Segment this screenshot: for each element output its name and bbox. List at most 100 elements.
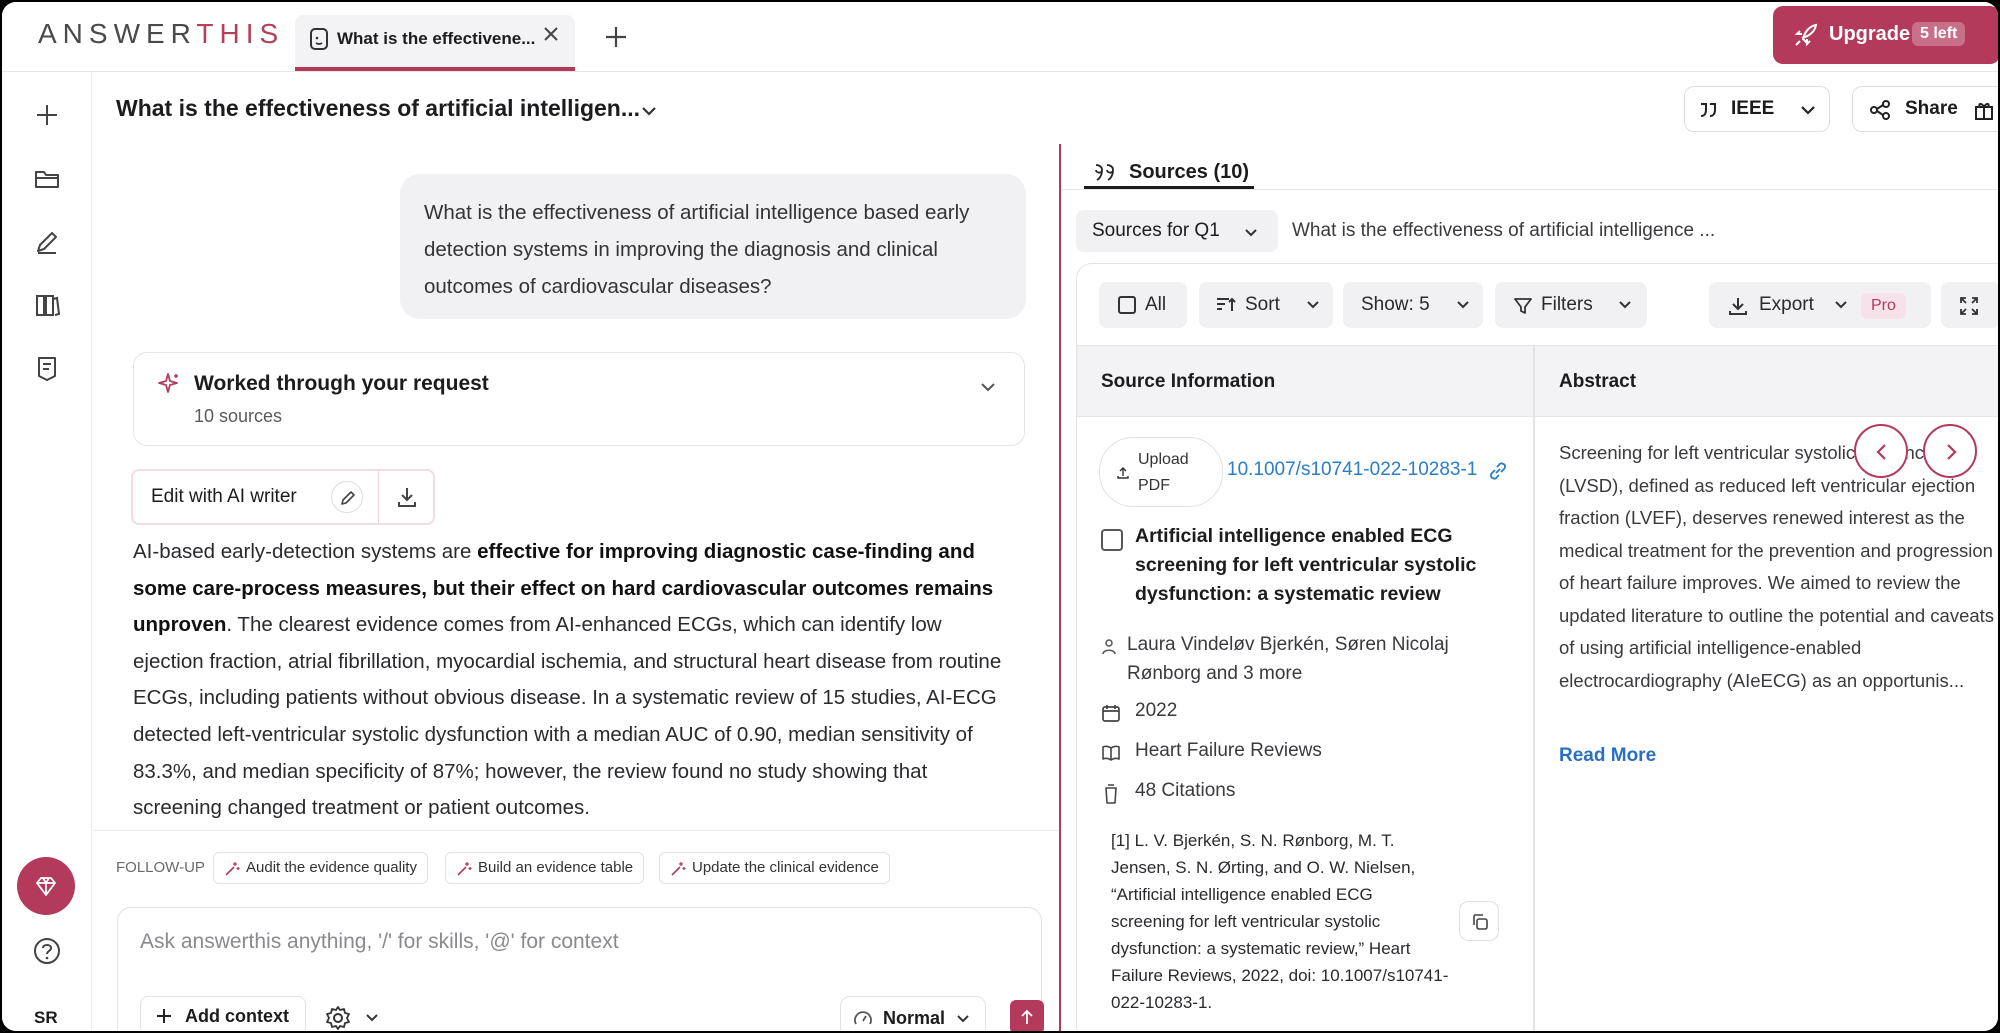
toolbar-divider <box>378 471 379 523</box>
add-context-label: Add context <box>185 1006 290 1026</box>
edit-with-ai-writer-button[interactable]: Edit with AI writer <box>151 486 297 508</box>
upgrade-button[interactable]: Upgrade 5 left <box>1773 6 1998 64</box>
send-button[interactable] <box>1010 1000 1044 1031</box>
upload-pdf-button[interactable]: Upload PDF <box>1099 437 1223 507</box>
plus-icon <box>157 1009 171 1023</box>
follow-up-chip-audit[interactable]: Audit the evidence quality <box>213 852 428 884</box>
ask-input-box[interactable]: Ask answerthis anything, '/' for skills,… <box>117 907 1044 1031</box>
reasoning-title: Worked through your request <box>194 372 489 395</box>
expand-fullscreen-button[interactable] <box>1941 282 1998 328</box>
tab-label: What is the effectivene... <box>337 29 536 48</box>
pen-icon[interactable] <box>32 227 62 257</box>
show-count-select[interactable]: Show: 5 <box>1343 282 1483 328</box>
doi-link[interactable]: 10.1007/s10741-022-10283-1 <box>1227 459 1477 481</box>
logo-wordmark-part: ANSWER <box>38 18 197 49</box>
top-bar: ANSWERTHIS What is the effectivene... Up… <box>2 2 1998 72</box>
logo-wordmark-accent: THIS <box>196 18 285 49</box>
select-all-button[interactable]: All <box>1099 282 1187 328</box>
chevron-down-icon[interactable] <box>978 377 998 397</box>
user-avatar[interactable]: SR <box>34 1008 58 1028</box>
upload-label-line2: PDF <box>1138 477 1170 494</box>
edit-pencil-button[interactable] <box>331 481 363 513</box>
citation-style-value: IEEE <box>1731 98 1775 119</box>
show-count-label: Show: 5 <box>1361 294 1430 315</box>
app-window: ANSWERTHIS What is the effectivene... Up… <box>2 2 1998 1031</box>
sources-tab-label: Sources (10) <box>1129 161 1250 183</box>
chip-label: Update the clinical evidence <box>692 859 879 876</box>
follow-up-chip-update[interactable]: Update the clinical evidence <box>659 852 890 884</box>
tab-current-chat[interactable]: What is the effectivene... <box>295 15 575 71</box>
notebook-icon[interactable] <box>32 353 62 383</box>
export-label: Export <box>1759 294 1814 315</box>
mode-value: Normal <box>883 1008 946 1028</box>
reasoning-source-count: 10 sources <box>194 406 283 426</box>
copy-citation-button[interactable] <box>1459 901 1499 941</box>
open-book-icon <box>1102 745 1120 761</box>
sort-icon <box>1217 297 1236 311</box>
library-books-icon[interactable] <box>32 290 62 320</box>
new-chat-plus-icon[interactable] <box>32 100 62 130</box>
paper-authors: Laura Vindeløv Bjerkén, Søren Nicolaj Rø… <box>1127 634 1449 684</box>
export-button[interactable]: Export Pro <box>1709 282 1931 328</box>
paper-title[interactable]: Artificial intelligence enabled ECG scre… <box>1135 522 1515 609</box>
chip-label: Build an evidence table <box>478 859 634 876</box>
diamond-icon <box>36 877 56 896</box>
chevron-down-icon <box>1801 106 1815 115</box>
gear-icon[interactable] <box>324 1004 352 1031</box>
expand-icon <box>1960 297 1978 315</box>
link-icon[interactable] <box>1487 460 1509 482</box>
sources-scope-value: Sources for Q1 <box>1092 220 1220 241</box>
conversation-title[interactable]: What is the effectiveness of artificial … <box>116 95 640 122</box>
sources-scope-select[interactable]: Sources for Q1 <box>1076 210 1278 252</box>
column-header-source-information[interactable]: Source Information <box>1077 345 1533 417</box>
follow-up-label: FOLLOW-UP <box>116 859 205 876</box>
download-icon <box>1729 298 1747 315</box>
follow-up-chip-evidence-table[interactable]: Build an evidence table <box>445 852 645 884</box>
folder-icon[interactable] <box>32 164 62 194</box>
row-select-checkbox[interactable] <box>1101 529 1123 551</box>
read-more-link[interactable]: Read More <box>1559 745 1656 767</box>
sources-question-preview: What is the effectiveness of artificial … <box>1292 220 1716 241</box>
panel-resize-divider[interactable] <box>1059 144 1061 1031</box>
premium-gem-button[interactable] <box>17 857 75 915</box>
answer-body: . The clearest evidence comes from AI-en… <box>133 613 1002 820</box>
magic-wand-icon <box>225 862 240 876</box>
next-column-button[interactable] <box>1923 424 1977 478</box>
upload-icon <box>1117 467 1129 479</box>
person-icon <box>1102 639 1116 655</box>
previous-column-button[interactable] <box>1854 424 1908 478</box>
add-context-button[interactable]: Add context <box>140 996 307 1031</box>
answer-intro: AI-based early-detection systems are <box>133 540 478 563</box>
chip-label: Audit the evidence quality <box>246 859 417 876</box>
app-logo[interactable]: ANSWERTHIS <box>38 18 284 50</box>
mode-select[interactable]: Normal <box>840 996 986 1031</box>
quote-icon <box>1700 103 1716 117</box>
column-header-abstract[interactable]: Abstract <box>1535 345 1998 417</box>
sort-button[interactable]: Sort <box>1199 282 1333 328</box>
share-label: Share <box>1905 98 1958 119</box>
chevron-down-icon[interactable] <box>364 1010 380 1026</box>
help-icon[interactable] <box>32 936 62 966</box>
pencil-icon <box>341 491 355 505</box>
paper-abstract: Screening for left ventricular systolic … <box>1559 442 1995 691</box>
chevron-right-icon <box>1947 444 1957 460</box>
chevron-down-icon[interactable] <box>639 101 659 121</box>
share-button[interactable]: Share <box>1852 86 1998 132</box>
download-icon[interactable] <box>395 485 419 509</box>
sort-label: Sort <box>1245 294 1280 315</box>
citation-style-select[interactable]: IEEE <box>1684 86 1830 132</box>
close-icon[interactable] <box>541 24 561 44</box>
filters-button[interactable]: Filters <box>1495 282 1647 328</box>
new-tab-plus-icon[interactable] <box>601 22 631 52</box>
chevron-down-icon <box>1245 229 1257 237</box>
ask-input-placeholder[interactable]: Ask answerthis anything, '/' for skills,… <box>140 930 619 954</box>
column-divider <box>1533 345 1535 1031</box>
checkbox-icon <box>1118 296 1136 314</box>
credits-badge: 5 left <box>1912 22 1966 46</box>
rocket-icon <box>1794 23 1818 47</box>
reasoning-summary-card[interactable]: Worked through your request 10 sources <box>133 352 1025 446</box>
chevron-down-icon <box>1457 301 1469 309</box>
sparkle-icon <box>158 373 178 393</box>
sources-table: All Sort Show: 5 Filters Export Pro Sour… <box>1076 263 1998 1031</box>
calendar-icon <box>1102 705 1120 722</box>
